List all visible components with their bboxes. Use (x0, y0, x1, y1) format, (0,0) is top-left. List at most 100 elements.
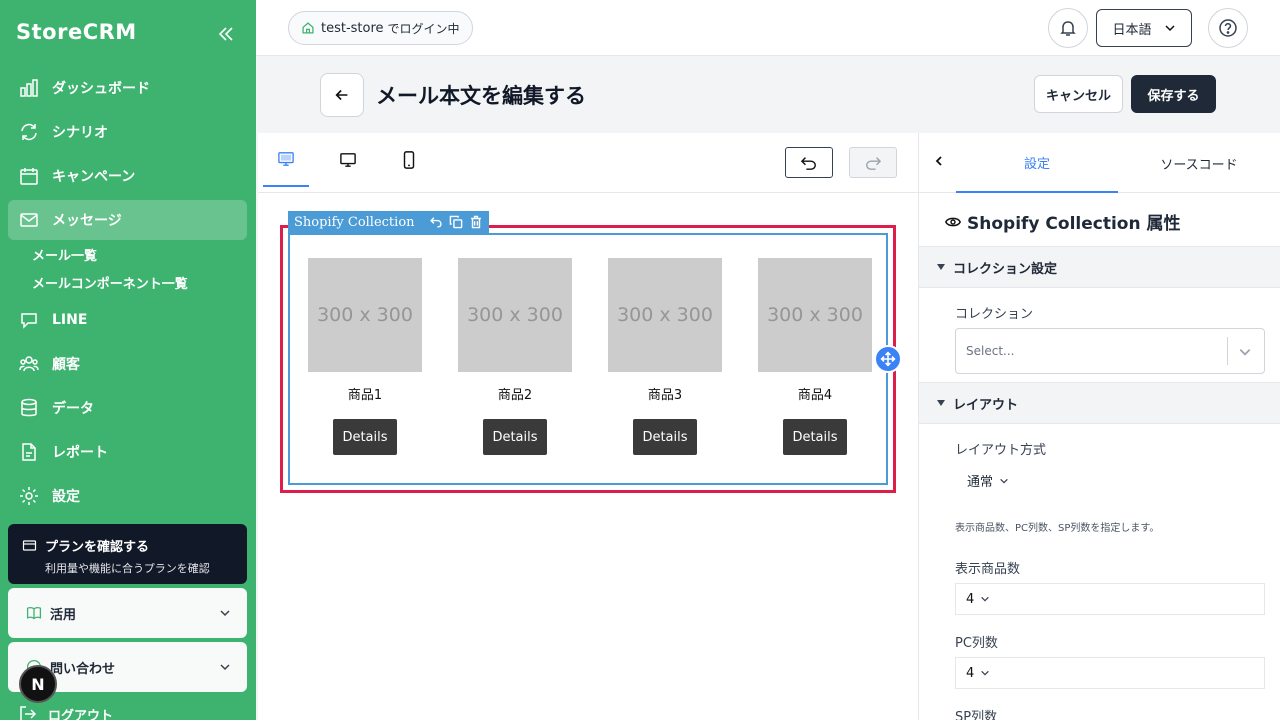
redo-icon (866, 156, 882, 170)
details-button[interactable]: Details (783, 419, 847, 455)
display-count-value: 4 (966, 591, 975, 607)
pc-columns-value: 4 (966, 665, 975, 681)
section-collection-settings[interactable]: コレクション設定 (919, 246, 1280, 288)
book-icon (26, 607, 42, 620)
details-button[interactable]: Details (333, 419, 397, 455)
chevron-down-icon (1164, 25, 1175, 32)
chevron-left-icon (935, 156, 942, 166)
trash-icon[interactable] (469, 215, 483, 229)
sidebar-item-label: LINE (52, 312, 88, 328)
section-title: コレクション設定 (953, 261, 1058, 277)
save-button[interactable]: 保存する (1131, 75, 1216, 113)
caret-down-icon (937, 264, 945, 270)
bar-chart-icon (18, 77, 40, 99)
help-button[interactable] (1208, 8, 1248, 48)
redo-button[interactable] (849, 147, 897, 178)
collection-select[interactable]: Select... (955, 328, 1265, 374)
logout-label: ログアウト (48, 708, 114, 720)
email-editor-canvas: Shopify Collection 300 x 300 商品1 Details… (258, 133, 918, 720)
desktop-icon (340, 153, 356, 167)
sidebar-item-dashboard[interactable]: ダッシュボード (8, 68, 247, 108)
layout-method-label: レイアウト方式 (955, 443, 1047, 458)
product-card: 300 x 300 商品2 Details (458, 258, 572, 455)
avatar[interactable]: N (19, 665, 57, 703)
editor-toolbar (258, 133, 918, 193)
product-card: 300 x 300 商品4 Details (758, 258, 872, 455)
responsive-preview-icon (278, 152, 294, 166)
product-name: 商品4 (797, 388, 833, 403)
gear-icon (18, 485, 40, 507)
section-layout[interactable]: レイアウト (919, 382, 1280, 424)
language-select[interactable]: 日本語 (1096, 9, 1192, 47)
component-label-bar: Shopify Collection (288, 211, 489, 233)
caret-down-icon (937, 400, 945, 406)
home-icon (302, 22, 314, 34)
chevron-down-icon (220, 664, 230, 671)
move-handle[interactable] (874, 345, 902, 373)
pc-columns-label: PC列数 (955, 636, 998, 651)
product-image-placeholder: 300 x 300 (608, 258, 722, 372)
sidebar-item-label: メッセージ (52, 213, 122, 229)
cancel-button[interactable]: キャンセル (1034, 75, 1123, 113)
collection-placeholder: Select... (966, 344, 1015, 358)
select-parent-icon[interactable] (429, 215, 443, 229)
sidebar-item-settings[interactable]: 設定 (8, 476, 247, 516)
page-title: メール本文を編集する (376, 84, 586, 108)
store-indicator[interactable]: test-store でログイン中 (288, 11, 473, 45)
component-label: Shopify Collection (294, 214, 415, 230)
sidebar-item-data[interactable]: データ (8, 388, 247, 428)
back-button[interactable] (320, 73, 364, 117)
panel-back-button[interactable] (929, 151, 949, 171)
product-card: 300 x 300 商品3 Details (608, 258, 722, 455)
tab-settings[interactable]: 設定 (956, 133, 1118, 193)
sidebar-subitem-mail-components[interactable]: メールコンポーネント一覧 (32, 273, 188, 292)
sidebar-item-report[interactable]: レポート (8, 432, 247, 472)
details-button[interactable]: Details (633, 419, 697, 455)
bell-icon (1060, 21, 1076, 36)
undo-icon (800, 156, 816, 170)
plan-title: プランを確認する (45, 540, 150, 555)
store-name: test-store (321, 20, 384, 36)
sidebar-item-label: シナリオ (52, 125, 108, 141)
notifications-button[interactable] (1048, 8, 1088, 48)
pc-columns-select[interactable]: 4 (955, 657, 1265, 689)
sidebar-item-label: 顧客 (52, 357, 80, 373)
sidebar-item-line[interactable]: LINE (8, 300, 247, 340)
display-count-select[interactable]: 4 (955, 583, 1265, 615)
store-login-status: でログイン中 (387, 21, 460, 36)
tab-mobile-preview[interactable] (386, 133, 432, 187)
sidebar-item-label: 設定 (52, 489, 80, 505)
logout-button[interactable]: ログアウト (18, 704, 113, 720)
chevron-down-icon (1000, 478, 1008, 484)
mail-icon (18, 209, 40, 231)
layout-method-select[interactable]: 通常 (967, 471, 1009, 490)
collapse-sidebar-icon[interactable] (216, 24, 236, 44)
undo-button[interactable] (785, 147, 833, 178)
refresh-icon (18, 121, 40, 143)
move-icon (880, 351, 896, 367)
sidebar-subitem-mail-list[interactable]: メール一覧 (32, 245, 97, 264)
chevron-down-icon (981, 596, 990, 602)
select-separator (1227, 337, 1228, 365)
sidebar-item-scenario[interactable]: シナリオ (8, 112, 247, 152)
utilize-card[interactable]: 活用 (8, 588, 247, 638)
chevron-down-icon (1239, 349, 1251, 356)
chevron-down-icon (981, 670, 990, 676)
layout-hint: 表示商品数、PC列数、SP列数を指定します。 (955, 523, 1160, 534)
sidebar-item-message[interactable]: メッセージ (8, 200, 247, 240)
tab-desktop-preview[interactable] (325, 133, 371, 187)
panel-title-text: Shopify Collection 属性 (967, 214, 1181, 234)
properties-panel: 設定 ソースコード Shopify Collection 属性 コレクション設定… (918, 133, 1280, 720)
product-image-placeholder: 300 x 300 (308, 258, 422, 372)
details-button[interactable]: Details (483, 419, 547, 455)
plan-card[interactable]: プランを確認する 利用量や機能に合うプランを確認 (8, 524, 247, 584)
sidebar-item-campaign[interactable]: キャンペーン (8, 156, 247, 196)
arrow-left-icon (335, 89, 348, 101)
contact-label: 問い合わせ (50, 661, 116, 677)
copy-icon[interactable] (449, 215, 463, 229)
tab-responsive-preview[interactable] (263, 133, 309, 187)
sidebar-item-customers[interactable]: 顧客 (8, 344, 247, 384)
brand-logo: StoreCRM (16, 20, 137, 44)
tab-source-code[interactable]: ソースコード (1118, 133, 1280, 193)
product-card: 300 x 300 商品1 Details (308, 258, 422, 455)
